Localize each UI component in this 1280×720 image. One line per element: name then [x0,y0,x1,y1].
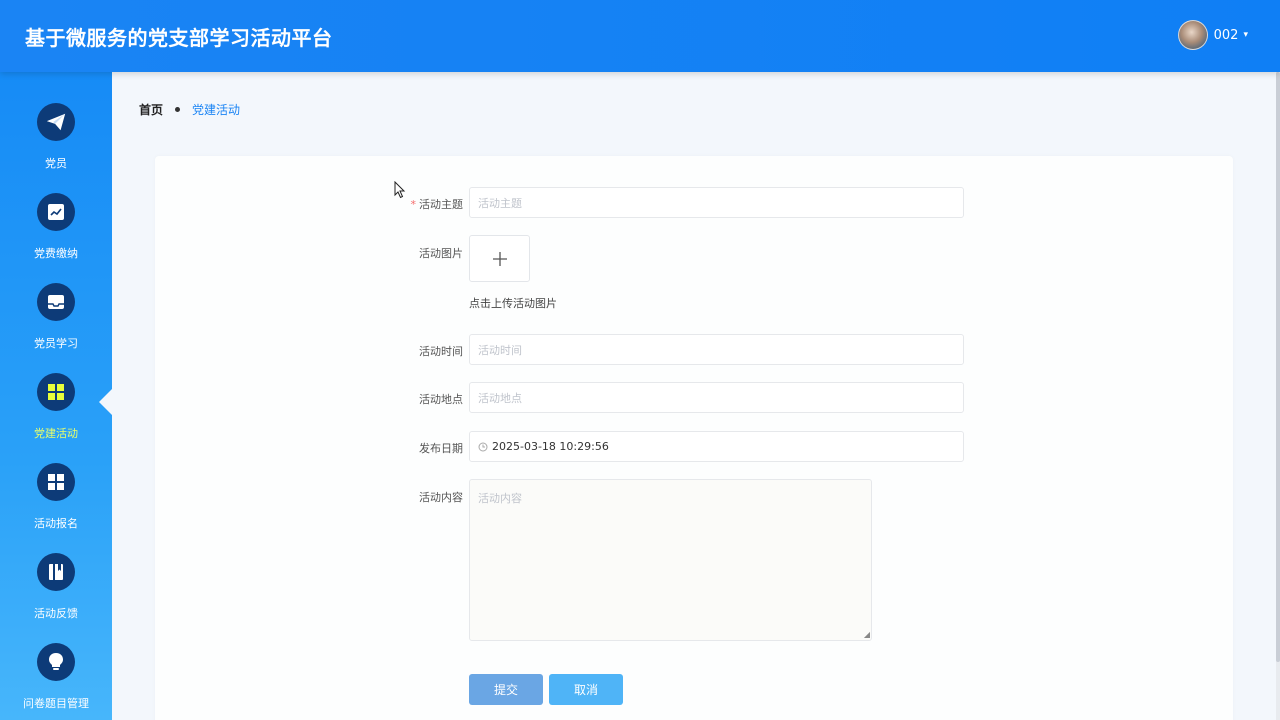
avatar[interactable] [1177,20,1208,50]
sidebar-item-questionnaire[interactable]: 问卷题目管理 [0,643,112,720]
sidebar-item-label: 党员学习 [34,337,78,350]
publish-date-value: 2025-03-18 10:29:56 [492,440,609,453]
submit-button[interactable]: 提交 [469,674,543,705]
mouse-cursor-icon [394,181,406,199]
book-icon [37,553,75,591]
sidebar-item-feedback[interactable]: 活动反馈 [0,553,112,643]
active-indicator [99,388,113,416]
sidebar-item-activities[interactable]: 党建活动 [0,373,112,463]
lightbulb-icon [37,643,75,681]
scrollbar-thumb[interactable] [1276,72,1280,662]
sidebar-item-label: 活动报名 [34,517,78,530]
location-placeholder: 活动地点 [478,391,522,405]
publish-date-input[interactable]: 2025-03-18 10:29:56 [469,431,964,462]
top-header: 基于微服务的党支部学习活动平台 002 ▾ [0,0,1280,72]
subject-input[interactable]: 活动主题 [469,187,964,218]
sidebar-item-label: 党建活动 [34,427,78,440]
location-label: 活动地点 [419,393,463,406]
chevron-down-icon[interactable]: ▾ [1243,30,1248,40]
clock-icon [478,442,488,451]
sidebar-item-label: 党费缴纳 [34,247,78,260]
breadcrumb-separator [175,107,181,112]
sidebar-item-signup[interactable]: 活动报名 [0,463,112,553]
scrollbar[interactable] [1276,72,1280,720]
trend-chart-icon [37,193,75,231]
sidebar-item-study[interactable]: 党员学习 [0,283,112,373]
breadcrumb-current: 党建活动 [192,103,241,117]
content-label: 活动内容 [419,491,463,504]
time-input[interactable]: 活动时间 [469,334,964,365]
grid-icon [37,463,75,501]
sidebar-item-label: 问卷题目管理 [23,697,89,710]
sidebar-item-label: 活动反馈 [34,607,78,620]
sidebar-item-label: 党员 [45,157,67,170]
paper-plane-icon [37,103,75,141]
cancel-button[interactable]: 取消 [549,674,623,705]
username[interactable]: 002 [1214,28,1239,43]
breadcrumb: 首页 党建活动 [139,101,240,118]
inbox-icon [37,283,75,321]
resize-handle-icon[interactable]: ◢ [864,631,870,639]
plus-icon [492,251,507,266]
content-textarea[interactable]: 活动内容 ◢ [469,479,872,641]
image-label: 活动图片 [419,247,463,260]
breadcrumb-home[interactable]: 首页 [139,101,163,118]
sidebar-item-dues[interactable]: 党费缴纳 [0,193,112,283]
subject-placeholder: 活动主题 [478,196,522,210]
sidebar: 党员 党费缴纳 党员学习 党建活动 活动报名 活动反馈 问卷题目管理 [0,72,113,720]
app-title: 基于微服务的党支部学习活动平台 [25,26,333,50]
content-placeholder: 活动内容 [478,492,522,505]
grid-icon [37,373,75,411]
location-input[interactable]: 活动地点 [469,382,964,413]
upload-hint: 点击上传活动图片 [469,297,557,310]
upload-image-button[interactable] [469,235,530,282]
time-label: 活动时间 [419,345,463,358]
publish-date-label: 发布日期 [419,442,463,455]
required-mark: * [410,198,417,211]
sidebar-item-members[interactable]: 党员 [0,103,112,193]
time-placeholder: 活动时间 [478,343,522,357]
user-menu[interactable]: 002 ▾ [1177,20,1248,50]
